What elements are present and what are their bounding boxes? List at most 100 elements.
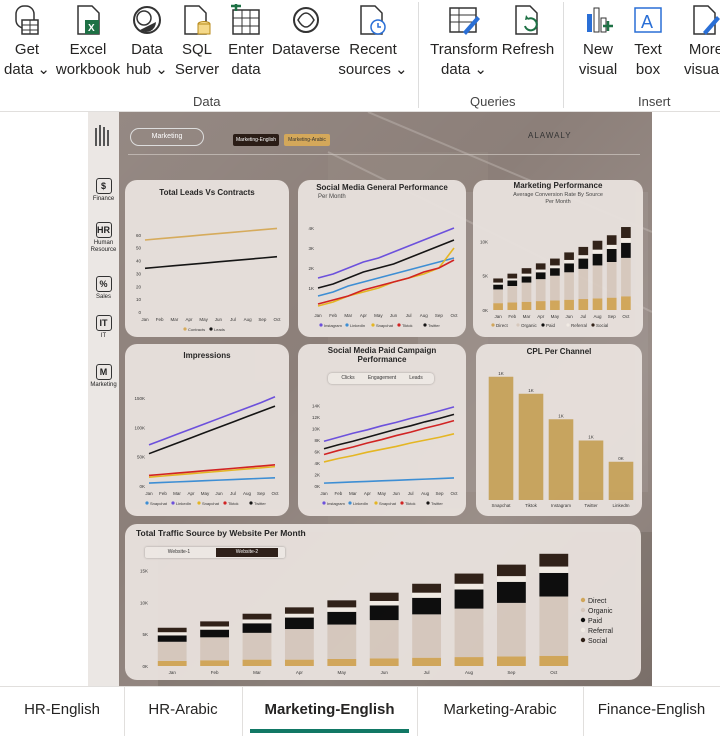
- bar-segment-referral[interactable]: [535, 269, 546, 273]
- series-line-snapchat[interactable]: [148, 465, 276, 478]
- bar-segment-direct[interactable]: [412, 657, 442, 666]
- series-line-tiktok[interactable]: [148, 464, 276, 477]
- bar-segment-direct[interactable]: [592, 298, 603, 310]
- bar-segment-organic[interactable]: [412, 614, 442, 658]
- bar-segment-referral[interactable]: [564, 259, 574, 264]
- bar-segment-paid[interactable]: [539, 572, 569, 597]
- ribbon-button-excel-workbook[interactable]: X Excel workbook: [52, 4, 124, 80]
- bar-segment-organic[interactable]: [521, 282, 532, 302]
- bar-segment-paid[interactable]: [327, 611, 357, 625]
- bar-segment-social[interactable]: [200, 621, 230, 627]
- bar-segment-social[interactable]: [496, 564, 526, 577]
- bar-segment-direct[interactable]: [493, 303, 503, 310]
- bar-segment-direct[interactable]: [242, 659, 272, 666]
- bar-segment-direct[interactable]: [284, 659, 314, 666]
- bar-segment-social[interactable]: [493, 278, 503, 283]
- ribbon-button-transform-data[interactable]: Transform data ⌄: [428, 4, 500, 80]
- bar-segment-direct[interactable]: [157, 660, 187, 666]
- card-cpl-per-channel[interactable]: CPL Per Channel 1K Snapchat 1K Tiktok 1K Insta…: [476, 344, 642, 516]
- bar-segment-referral[interactable]: [621, 238, 631, 243]
- series-line-snapchat[interactable]: [148, 476, 276, 484]
- bar-segment-organic[interactable]: [550, 275, 560, 301]
- card-total-leads-vs-contracts[interactable]: Total Leads Vs Contracts 0 10 20 30 40 50 60 Jan…: [125, 180, 289, 337]
- card-marketing-performance[interactable]: Marketing Performance Average Conversion …: [473, 180, 643, 337]
- bar-segment-paid[interactable]: [606, 248, 617, 262]
- bar-segment-direct[interactable]: [507, 302, 518, 310]
- tab-hr-arabic[interactable]: HR-Arabic: [124, 687, 243, 736]
- bar-segment-referral[interactable]: [200, 626, 230, 630]
- bar-segment-social[interactable]: [564, 252, 574, 260]
- bar-segment-paid[interactable]: [507, 280, 518, 286]
- bar-segment-organic[interactable]: [369, 620, 399, 659]
- bar-segment-direct[interactable]: [539, 655, 569, 666]
- bar-segment-social[interactable]: [507, 273, 518, 279]
- bar-segment-direct[interactable]: [535, 301, 546, 310]
- bar-segment-social[interactable]: [157, 627, 187, 633]
- card-social-media-paid-campaign[interactable]: Social Media Paid Campaign Performance Cli…: [298, 344, 466, 516]
- bar-segment-organic[interactable]: [539, 596, 569, 656]
- bar-segment-organic[interactable]: [606, 262, 617, 298]
- bar-segment-organic[interactable]: [535, 279, 546, 302]
- tab-marketing-english[interactable]: Marketing-English: [242, 687, 418, 736]
- bar-segment-paid[interactable]: [621, 242, 631, 258]
- sidebar-item-finance[interactable]: $ Finance: [88, 178, 119, 203]
- sidebar-item-human-resource[interactable]: HR Human Resource: [88, 222, 119, 254]
- bar-segment-direct[interactable]: [454, 657, 484, 666]
- lang-english-button[interactable]: Marketing-English: [233, 134, 279, 146]
- bar-segment-paid[interactable]: [564, 263, 574, 273]
- bar-segment-direct[interactable]: [606, 297, 617, 310]
- bar-segment-referral[interactable]: [157, 632, 187, 636]
- ribbon-button-text-box[interactable]: A Text box: [624, 4, 672, 80]
- bar-segment-paid[interactable]: [592, 253, 603, 266]
- bar-segment-social[interactable]: [454, 573, 484, 584]
- bar-segment-paid[interactable]: [157, 635, 187, 642]
- bar-segment-social[interactable]: [621, 227, 631, 238]
- bar-segment-referral[interactable]: [493, 282, 503, 285]
- bar-segment-direct[interactable]: [564, 299, 574, 310]
- bar-segment-referral[interactable]: [521, 273, 532, 277]
- bar-segment-organic[interactable]: [242, 632, 272, 660]
- bar-segment-social[interactable]: [578, 246, 589, 256]
- bar-segment-paid[interactable]: [454, 589, 484, 609]
- bar-segment-referral[interactable]: [369, 600, 399, 606]
- ribbon-button-refresh[interactable]: Refresh: [500, 4, 556, 60]
- bar-segment-social[interactable]: [550, 258, 560, 266]
- bar-segment-social[interactable]: [327, 600, 357, 608]
- bar-linkedin[interactable]: [608, 461, 634, 500]
- bar-segment-direct[interactable]: [369, 658, 399, 666]
- ribbon-button-sql-server[interactable]: SQL Server: [172, 4, 222, 80]
- series-line-snapchat[interactable]: [317, 247, 455, 307]
- bar-segment-direct[interactable]: [621, 296, 631, 310]
- bar-segment-social[interactable]: [535, 263, 546, 270]
- bar-segment-organic[interactable]: [578, 268, 589, 300]
- bar-segment-organic[interactable]: [496, 602, 526, 657]
- series-line-linkedin[interactable]: [323, 477, 455, 484]
- ribbon-button-more-visuals[interactable]: More visuals: [684, 4, 720, 80]
- ribbon-button-data-hub[interactable]: Data hub ⌄: [124, 4, 170, 80]
- bar-segment-organic[interactable]: [327, 624, 357, 659]
- ribbon-button-enter-data[interactable]: Enter data: [222, 4, 270, 80]
- bar-segment-paid[interactable]: [284, 617, 314, 630]
- bar-snapchat[interactable]: [488, 376, 514, 500]
- card-impressions[interactable]: Impressions 0K 50K 100K 150K Jan Feb Mar Apr May J…: [125, 344, 289, 516]
- series-line-twitter[interactable]: [148, 405, 276, 455]
- ribbon-button-get-data[interactable]: Get data ⌄: [2, 4, 52, 80]
- bar-segment-referral[interactable]: [454, 583, 484, 590]
- bar-instagram[interactable]: [548, 419, 574, 500]
- bar-segment-referral[interactable]: [606, 244, 617, 249]
- bar-segment-direct[interactable]: [550, 300, 560, 310]
- bar-segment-paid[interactable]: [535, 272, 546, 280]
- bar-segment-organic[interactable]: [157, 641, 187, 661]
- sidebar-item-marketing[interactable]: M Marketing: [88, 364, 119, 389]
- bar-segment-social[interactable]: [242, 613, 272, 620]
- ribbon-button-new-visual[interactable]: New visual: [574, 4, 622, 80]
- bar-segment-organic[interactable]: [592, 265, 603, 299]
- bar-segment-social[interactable]: [284, 607, 314, 614]
- bar-segment-direct[interactable]: [327, 658, 357, 666]
- page-pill[interactable]: Marketing: [130, 128, 204, 146]
- bar-segment-referral[interactable]: [507, 278, 518, 281]
- bar-segment-referral[interactable]: [327, 607, 357, 612]
- bar-segment-direct[interactable]: [200, 660, 230, 666]
- bar-segment-organic[interactable]: [564, 272, 574, 300]
- ribbon-button-recent-sources[interactable]: Recent sources ⌄: [338, 4, 408, 80]
